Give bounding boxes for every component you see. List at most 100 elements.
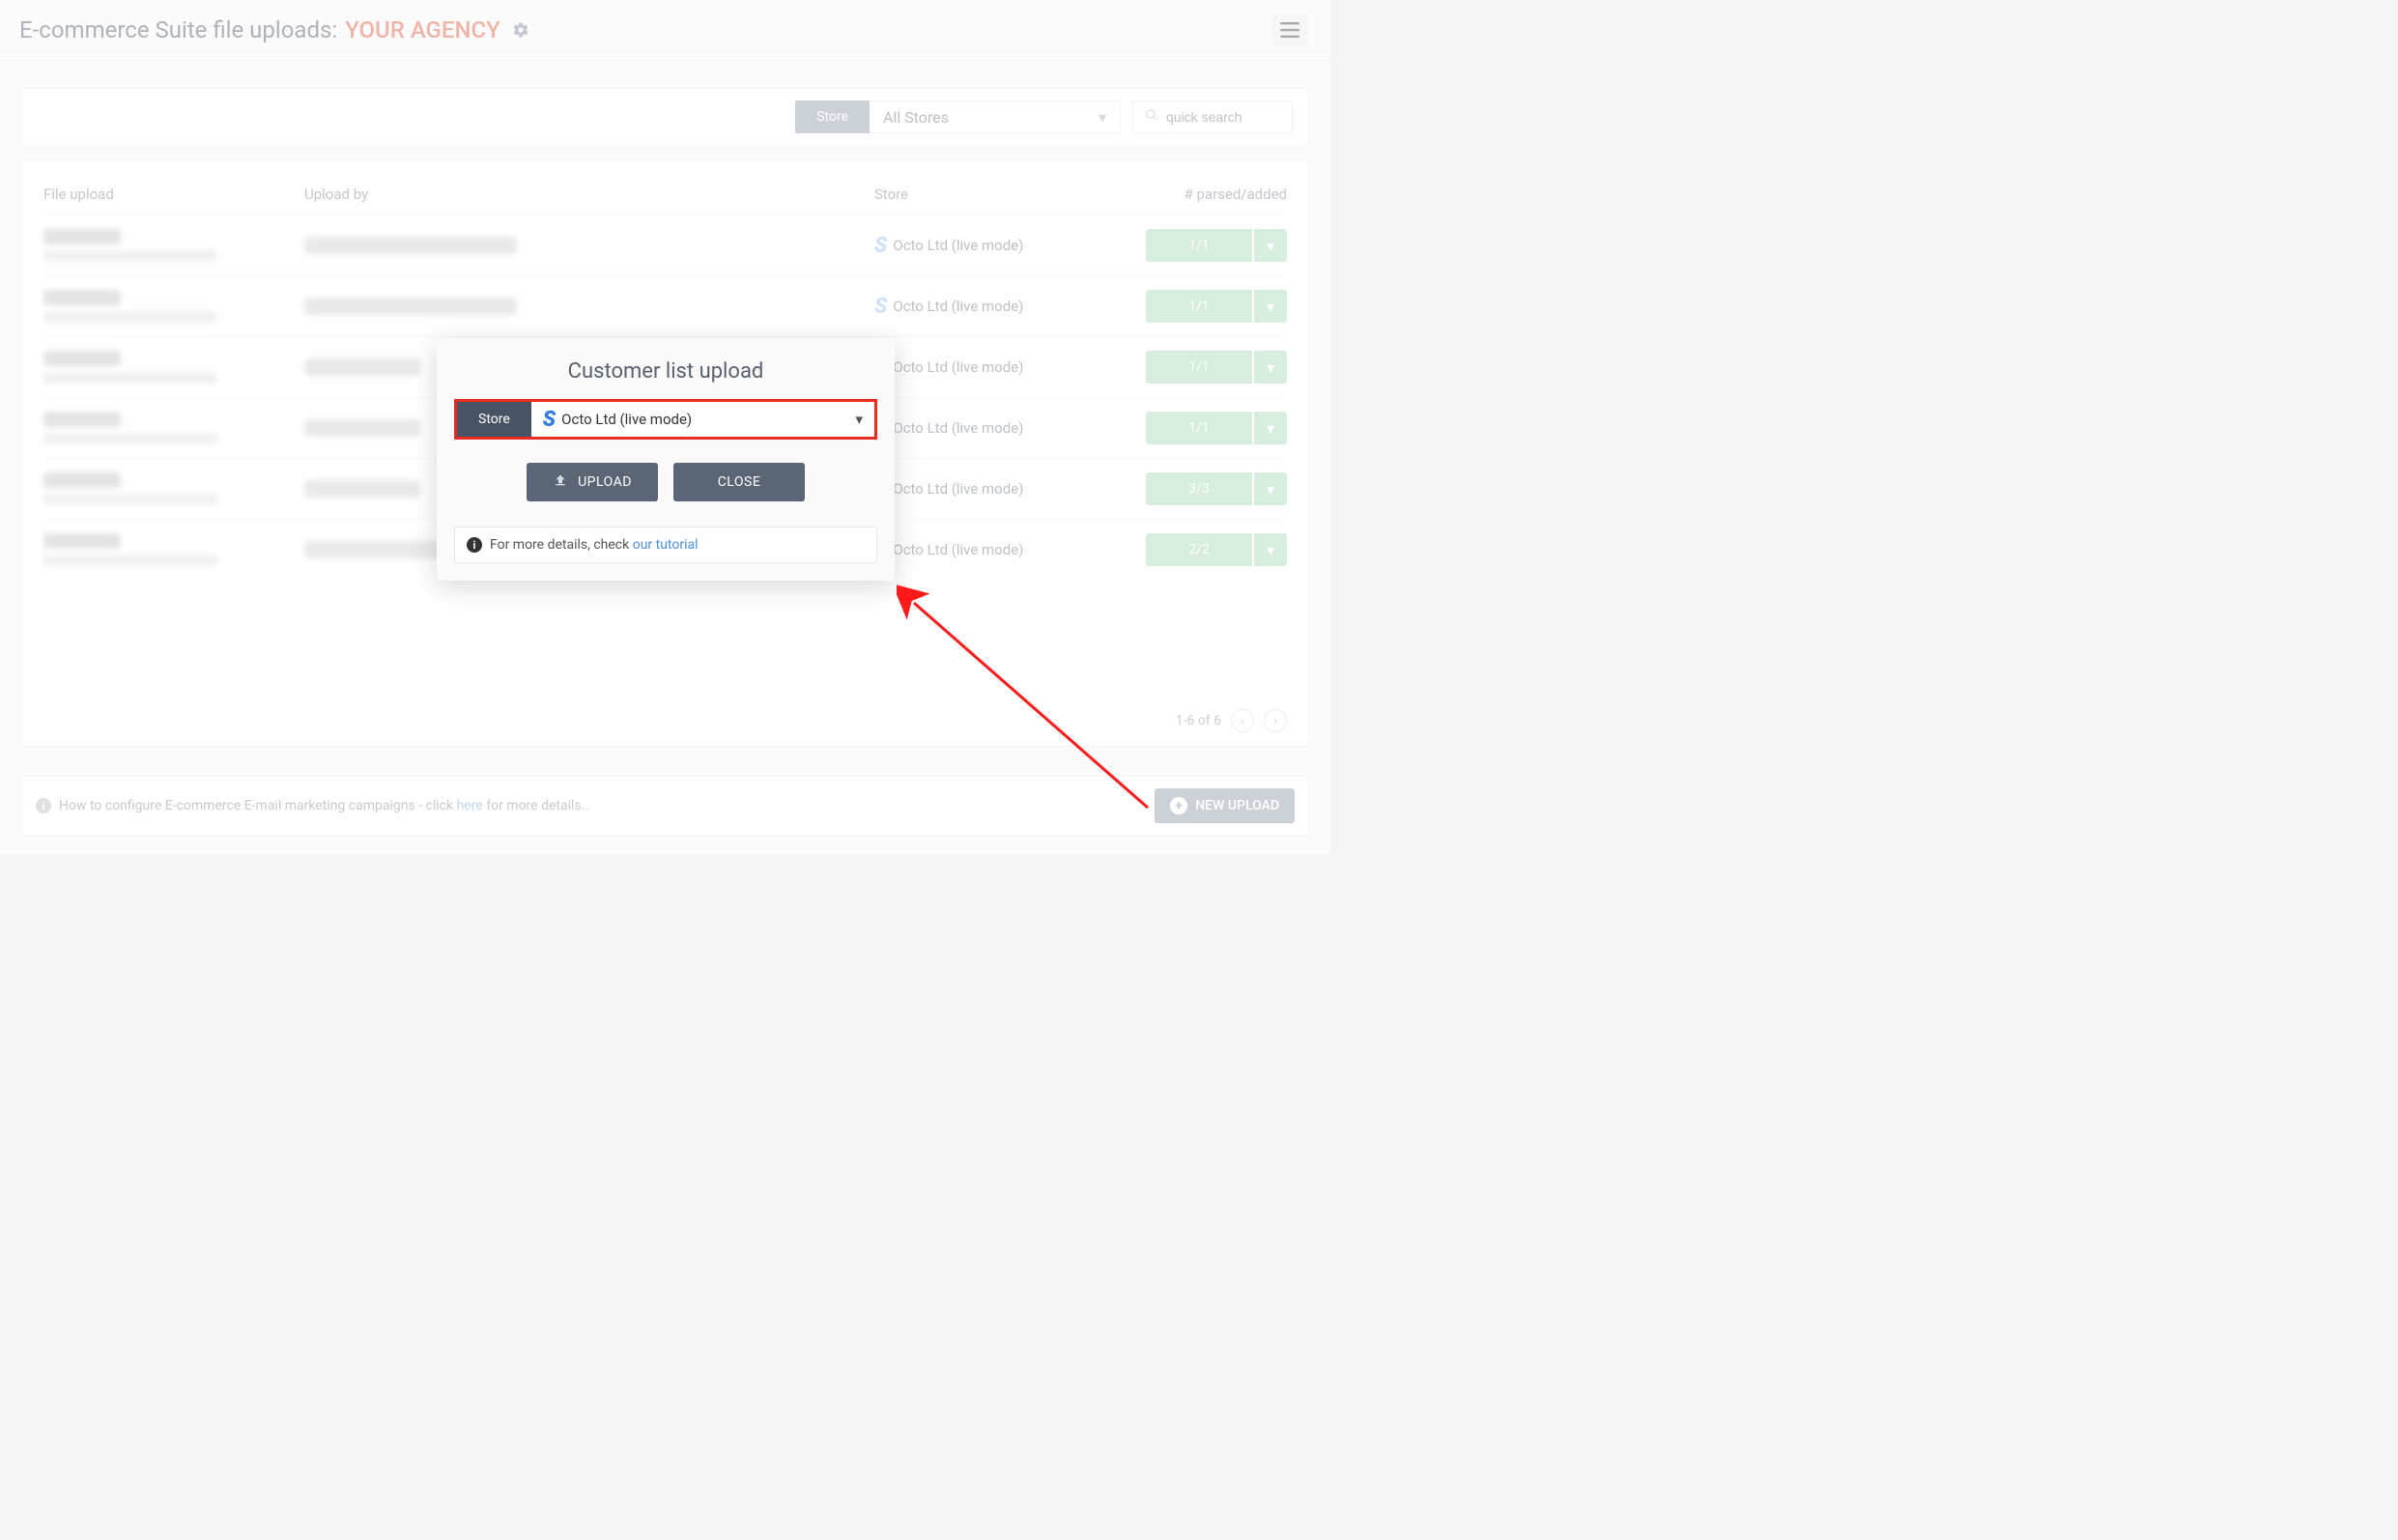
redacted-datetime: [43, 494, 217, 505]
store-name: Octo Ltd (live mode): [893, 237, 1023, 254]
badge-cell: 2/2▾: [1116, 533, 1287, 566]
store-cell: SOcto Ltd (live mode): [874, 356, 1116, 380]
parsed-badge: 1/1: [1146, 351, 1252, 384]
close-label: CLOSE: [718, 474, 761, 490]
redacted-filename: [43, 351, 121, 366]
uploader-cell: [304, 237, 874, 254]
col-badge: # parsed/added: [1116, 185, 1287, 203]
info-icon: i: [467, 537, 482, 553]
parsed-badge: 1/1: [1146, 412, 1252, 444]
parsed-badge: 1/1: [1146, 290, 1252, 323]
row-menu-button[interactable]: ▾: [1254, 351, 1287, 384]
upload-label: UPLOAD: [578, 474, 632, 490]
badge-cell: 1/1▾: [1116, 290, 1287, 323]
redacted-email: [304, 358, 420, 376]
new-upload-label: NEW UPLOAD: [1195, 798, 1279, 813]
store-name: Octo Ltd (live mode): [893, 358, 1023, 376]
pager-text: 1-6 of 6: [1176, 713, 1221, 728]
info-icon: i: [36, 798, 51, 813]
store-filter-label: Store: [795, 100, 870, 133]
redacted-email: [304, 419, 420, 437]
row-menu-button[interactable]: ▾: [1254, 229, 1287, 262]
col-file: File upload: [43, 185, 304, 203]
table-row[interactable]: S Octo Ltd (live mode) 1/1▾: [43, 275, 1287, 336]
pager: 1-6 of 6 ‹ ›: [43, 696, 1287, 736]
store-name: Octo Ltd (live mode): [893, 541, 1023, 558]
store-name: Octo Ltd (live mode): [893, 419, 1023, 437]
store-filter: Store All Stores ▾: [795, 100, 1121, 133]
redacted-email: [304, 480, 420, 498]
row-menu-button[interactable]: ▾: [1254, 472, 1287, 505]
page-title: E-commerce Suite file uploads: YOUR AGEN…: [19, 16, 529, 43]
file-cell: [43, 351, 304, 384]
search-box[interactable]: [1132, 100, 1293, 133]
redacted-email: [304, 298, 517, 315]
file-cell: [43, 412, 304, 444]
row-menu-button[interactable]: ▾: [1254, 412, 1287, 444]
modal-store-select-highlight: Store S Octo Ltd (live mode) ▾: [454, 399, 877, 440]
modal-buttons: UPLOAD CLOSE: [454, 463, 877, 501]
redacted-filename: [43, 533, 121, 549]
redacted-datetime: [43, 433, 217, 444]
close-button[interactable]: CLOSE: [673, 463, 805, 501]
modal-footer-text: For more details, check: [490, 537, 633, 553]
upload-icon: [553, 472, 568, 492]
parsed-badge: 3/3: [1146, 472, 1252, 505]
badge-cell: 3/3▾: [1116, 472, 1287, 505]
store-cell: S Octo Ltd (live mode): [874, 234, 1116, 258]
store-cell: S Octo Ltd (live mode): [874, 295, 1116, 319]
redacted-email: [304, 237, 517, 254]
modal-store-label: Store: [457, 402, 531, 437]
store-logo-icon: S: [874, 234, 885, 258]
modal-footer: i For more details, check our tutorial: [454, 527, 877, 563]
modal-footer-link[interactable]: our tutorial: [633, 537, 699, 553]
store-name: Octo Ltd (live mode): [893, 298, 1023, 315]
store-logo-icon: S: [543, 408, 554, 432]
table-row[interactable]: S Octo Ltd (live mode) 1/1▾: [43, 214, 1287, 275]
file-cell: [43, 290, 304, 323]
modal-store-select[interactable]: S Octo Ltd (live mode) ▾: [531, 402, 874, 437]
store-filter-select[interactable]: All Stores ▾: [870, 100, 1121, 133]
redacted-datetime: [43, 250, 217, 262]
chevron-down-icon: ▾: [1099, 108, 1106, 127]
pager-next-button[interactable]: ›: [1264, 709, 1287, 732]
redacted-datetime: [43, 372, 217, 384]
upload-modal: Customer list upload Store S Octo Ltd (l…: [437, 338, 895, 581]
store-name: Octo Ltd (live mode): [893, 480, 1023, 498]
table-header: File upload Upload by Store # parsed/add…: [43, 178, 1287, 214]
redacted-filename: [43, 290, 121, 305]
badge-cell: 1/1▾: [1116, 229, 1287, 262]
footer-text-before: How to configure E-commerce E-mail marke…: [59, 798, 457, 813]
store-logo-icon: S: [874, 295, 885, 319]
title-prefix: E-commerce Suite file uploads:: [19, 16, 337, 43]
badge-cell: 1/1▾: [1116, 351, 1287, 384]
footer-text-after: for more details…: [483, 798, 590, 813]
upload-button[interactable]: UPLOAD: [527, 463, 658, 501]
hamburger-menu-button[interactable]: [1272, 14, 1307, 46]
footer-hint: i How to configure E-commerce E-mail mar…: [36, 798, 590, 813]
redacted-filename: [43, 412, 121, 427]
store-filter-value: All Stores: [883, 108, 949, 127]
redacted-email: [304, 541, 440, 558]
uploader-cell: [304, 298, 874, 315]
footer-link[interactable]: here: [457, 798, 483, 813]
header-bar: E-commerce Suite file uploads: YOUR AGEN…: [0, 0, 1330, 61]
redacted-filename: [43, 229, 121, 244]
file-cell: [43, 229, 304, 262]
redacted-filename: [43, 472, 121, 488]
agency-name: YOUR AGENCY: [345, 16, 500, 43]
toolbar: Store All Stores ▾: [21, 88, 1309, 146]
plus-icon: +: [1170, 797, 1187, 814]
pager-prev-button[interactable]: ‹: [1231, 709, 1254, 732]
file-cell: [43, 472, 304, 505]
store-cell: SOcto Ltd (live mode): [874, 477, 1116, 501]
row-menu-button[interactable]: ▾: [1254, 290, 1287, 323]
badge-cell: 1/1▾: [1116, 412, 1287, 444]
row-menu-button[interactable]: ▾: [1254, 533, 1287, 566]
chevron-down-icon: ▾: [855, 411, 863, 428]
search-icon: [1145, 108, 1158, 126]
new-upload-button[interactable]: + NEW UPLOAD: [1155, 788, 1295, 823]
redacted-datetime: [43, 311, 217, 323]
gear-icon[interactable]: [512, 21, 529, 39]
search-input[interactable]: [1166, 109, 1272, 125]
